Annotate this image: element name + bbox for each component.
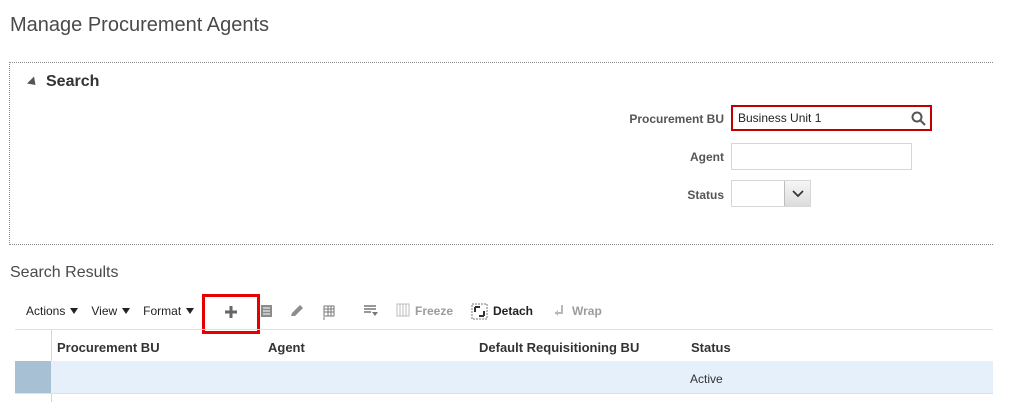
search-results-title: Search Results [10,264,119,281]
details-icon[interactable] [259,303,274,324]
chevron-down-icon[interactable] [784,181,810,206]
search-icon[interactable] [911,111,926,129]
freeze-button[interactable]: Freeze [415,304,453,318]
column-header-agent[interactable]: Agent [268,340,305,355]
format-menu[interactable]: Format [143,304,195,318]
detach-icon[interactable] [471,303,488,325]
status-cell: Active [690,372,723,386]
query-by-example-icon[interactable] [362,303,380,324]
results-table: Procurement BU Agent Default Requisition… [15,329,993,402]
column-header-status[interactable]: Status [691,340,731,355]
page-title: Manage Procurement Agents [10,14,270,36]
add-button[interactable] [202,294,260,334]
collapse-triangle-icon[interactable] [26,75,40,89]
column-settings-icon[interactable] [321,303,339,326]
table-row[interactable]: Active [15,361,993,394]
status-label: Status [687,188,724,202]
detach-button[interactable]: Detach [493,304,533,318]
column-header-default-requisitioning-bu[interactable]: Default Requisitioning BU [479,340,639,355]
actions-menu-label: Actions [26,304,66,318]
search-header[interactable]: Search [26,73,100,91]
view-menu-label: View [91,304,118,318]
view-menu[interactable]: View [91,304,131,318]
wrap-icon [552,303,567,323]
column-header-procurement-bu[interactable]: Procurement BU [57,340,160,355]
status-select[interactable] [731,180,811,207]
procurement-bu-input[interactable]: Business Unit 1 [731,105,932,131]
caret-down-icon [186,308,195,314]
procurement-bu-label: Procurement BU [629,112,724,126]
agent-label: Agent [690,150,724,164]
search-header-label: Search [46,73,100,90]
actions-menu[interactable]: Actions [26,304,79,318]
add-icon [223,304,239,325]
caret-down-icon [70,308,79,314]
caret-down-icon [122,308,131,314]
selected-row-marker[interactable] [15,361,51,393]
wrap-button[interactable]: Wrap [572,304,602,318]
freeze-icon [396,303,410,322]
edit-icon[interactable] [288,303,306,324]
results-toolbar: Actions View Format [26,302,207,320]
procurement-bu-value: Business Unit 1 [738,111,822,125]
table-header-row: Procurement BU Agent Default Requisition… [15,329,993,402]
format-menu-label: Format [143,304,182,318]
agent-input[interactable] [731,143,912,170]
search-panel: Search Procurement BU Business Unit 1 Ag… [9,62,993,245]
